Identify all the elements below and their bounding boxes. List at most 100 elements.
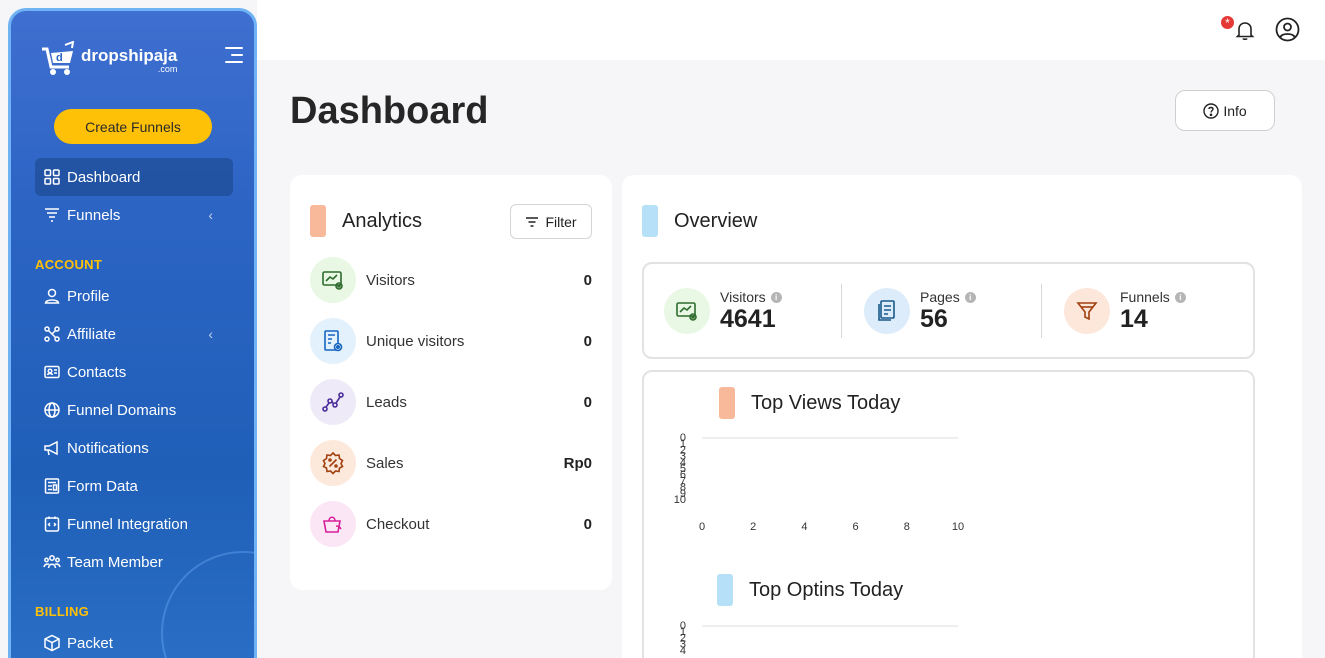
top-views-title: Top Views Today bbox=[751, 391, 901, 414]
brand-name: dropshipaja bbox=[81, 46, 178, 65]
x-tick-label: 0 bbox=[699, 521, 705, 533]
grid-icon bbox=[43, 168, 61, 186]
analytics-row-checkout: Checkout 0 bbox=[310, 501, 592, 547]
contacts-icon bbox=[43, 363, 61, 381]
overview-title: Overview bbox=[674, 209, 758, 232]
account-section-title: ACCOUNT bbox=[35, 257, 103, 272]
sidebar-item-label: Profile bbox=[67, 287, 110, 305]
top-optins-header: Top Optins Today bbox=[717, 574, 903, 606]
sidebar-item-label: Affiliate bbox=[67, 325, 116, 343]
analytics-row-leads: Leads 0 bbox=[310, 379, 592, 425]
user-icon bbox=[43, 287, 61, 305]
x-tick-label: 6 bbox=[853, 521, 859, 533]
overview-accent bbox=[642, 205, 658, 237]
info-button[interactable]: Info bbox=[1175, 90, 1275, 131]
brand-logo[interactable]: d dropshipaja .com bbox=[39, 41, 177, 77]
globe-icon bbox=[43, 401, 61, 419]
sales-icon bbox=[310, 440, 356, 486]
checkout-icon bbox=[310, 501, 356, 547]
info-icon[interactable]: i bbox=[770, 291, 782, 303]
analytics-row-visitors: Visitors 0 bbox=[310, 257, 592, 303]
stat-value: 56 bbox=[920, 305, 948, 333]
sidebar-item-form-data[interactable]: Form Data bbox=[35, 467, 233, 505]
y-tick-label: 4 bbox=[680, 645, 686, 657]
user-account-icon[interactable] bbox=[1275, 17, 1300, 42]
pages-icon bbox=[864, 288, 910, 334]
analytics-accent bbox=[310, 205, 326, 237]
stat-label: Pages bbox=[920, 289, 960, 305]
page-title: Dashboard bbox=[290, 90, 489, 132]
analytics-row-unique-visitors: Unique visitors 0 bbox=[310, 318, 592, 364]
analytics-card: Analytics Filter Visitors 0 Unique visit… bbox=[290, 175, 612, 590]
megaphone-icon bbox=[43, 439, 61, 457]
sidebar-item-label: Funnel Domains bbox=[67, 401, 177, 419]
analytics-label: Checkout bbox=[366, 515, 430, 533]
x-tick-label: 4 bbox=[801, 521, 807, 533]
sidebar-item-team-member[interactable]: Team Member bbox=[35, 543, 233, 581]
analytics-header: Analytics bbox=[310, 205, 422, 237]
sidebar-item-notifications[interactable]: Notifications bbox=[35, 429, 233, 467]
box-icon bbox=[43, 634, 61, 652]
overview-card: Overview Visitors i 4641 Pages i 56 Funn… bbox=[622, 175, 1302, 658]
top-optins-title: Top Optins Today bbox=[749, 578, 904, 601]
create-funnels-button[interactable]: Create Funnels bbox=[54, 109, 212, 144]
sidebar: d dropshipaja .com Create Funnels Dashbo… bbox=[8, 8, 257, 658]
sidebar-item-funnels[interactable]: Funnels ‹ bbox=[35, 196, 233, 234]
cart-logo-icon: d bbox=[42, 41, 75, 75]
leads-icon bbox=[310, 379, 356, 425]
top-optins-chart: 01234 bbox=[680, 620, 958, 657]
sidebar-item-label: Packet bbox=[67, 634, 113, 652]
sidebar-item-affiliate[interactable]: Affiliate ‹ bbox=[35, 315, 233, 353]
visitors-icon bbox=[664, 288, 710, 334]
sidebar-item-funnel-domains[interactable]: Funnel Domains bbox=[35, 391, 233, 429]
form-icon bbox=[43, 477, 61, 495]
stat-divider bbox=[841, 284, 842, 338]
svg-text:d: d bbox=[56, 52, 63, 64]
help-circle-icon bbox=[1203, 102, 1220, 119]
bell-icon[interactable] bbox=[1234, 19, 1256, 41]
overview-header: Overview bbox=[642, 205, 757, 237]
sidebar-item-profile[interactable]: Profile bbox=[35, 277, 233, 315]
menu-toggle-icon[interactable] bbox=[225, 47, 243, 63]
sidebar-item-label: Notifications bbox=[67, 439, 149, 457]
chevron-left-icon: ‹ bbox=[208, 207, 213, 223]
analytics-title: Analytics bbox=[342, 209, 423, 232]
visitors-icon bbox=[310, 257, 356, 303]
integration-icon bbox=[43, 515, 61, 533]
analytics-label: Leads bbox=[366, 393, 407, 411]
funnel-icon bbox=[1064, 288, 1110, 334]
analytics-value: 0 bbox=[583, 515, 592, 533]
filter-icon bbox=[526, 216, 539, 227]
affiliate-icon bbox=[43, 325, 61, 343]
analytics-value: Rp0 bbox=[563, 454, 592, 472]
sidebar-item-label: Team Member bbox=[67, 553, 163, 571]
info-icon[interactable]: i bbox=[964, 291, 976, 303]
filter-button[interactable]: Filter bbox=[510, 204, 592, 239]
stat-label: Visitors bbox=[720, 289, 766, 305]
analytics-row-sales: Sales Rp0 bbox=[310, 440, 592, 486]
y-tick-label: 10 bbox=[674, 494, 686, 506]
billing-section-title: BILLING bbox=[35, 604, 90, 619]
sidebar-item-dashboard[interactable]: Dashboard bbox=[35, 158, 233, 196]
top-bar bbox=[257, 0, 1325, 60]
stat-visitors: Visitors i 4641 bbox=[664, 286, 782, 336]
sidebar-item-funnel-integration[interactable]: Funnel Integration bbox=[35, 505, 233, 543]
sidebar-item-label: Funnel Integration bbox=[67, 515, 188, 533]
chevron-left-icon: ‹ bbox=[208, 326, 213, 342]
x-tick-label: 8 bbox=[904, 521, 910, 533]
top-views-chart: 0123456789100 2 4 6 8 10 bbox=[674, 432, 964, 533]
sidebar-item-label: Form Data bbox=[67, 477, 138, 495]
top-optins-accent bbox=[717, 574, 733, 606]
top-views-accent bbox=[719, 387, 735, 419]
analytics-value: 0 bbox=[583, 393, 592, 411]
analytics-value: 0 bbox=[583, 271, 592, 289]
filter-label: Filter bbox=[545, 213, 577, 230]
team-icon bbox=[43, 553, 61, 571]
info-icon[interactable]: i bbox=[1174, 291, 1186, 303]
analytics-label: Visitors bbox=[366, 271, 415, 289]
stat-divider bbox=[1041, 284, 1042, 338]
stat-label: Funnels bbox=[1120, 289, 1170, 305]
sidebar-item-packet[interactable]: Packet bbox=[35, 624, 233, 658]
sidebar-item-contacts[interactable]: Contacts bbox=[35, 353, 233, 391]
stat-value: 14 bbox=[1120, 305, 1148, 333]
